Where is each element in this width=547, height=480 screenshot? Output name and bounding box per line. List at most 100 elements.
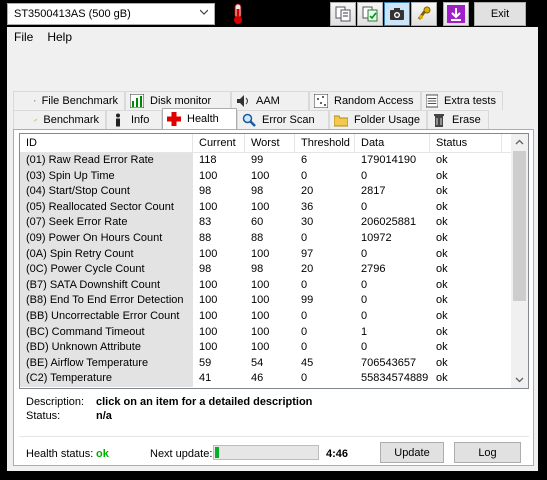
disk-monitor-icon	[130, 94, 144, 108]
column-header-current[interactable]: Current	[193, 134, 245, 152]
cell-threshold: 0	[301, 169, 308, 182]
update-countdown: 4:46	[326, 448, 349, 460]
cell-status: ok	[436, 372, 448, 385]
tab-aam[interactable]: AAM	[231, 91, 309, 110]
cell-data: 0	[361, 247, 368, 260]
column-header-id[interactable]: ID	[20, 134, 193, 152]
scrollbar-thumb[interactable]	[513, 151, 526, 301]
cell-status: ok	[436, 294, 448, 307]
save-button[interactable]	[443, 2, 469, 26]
cell-threshold: 30	[301, 216, 314, 229]
info-icon	[116, 113, 120, 127]
screenshot-button[interactable]	[384, 2, 410, 26]
cell-worst: 100	[251, 200, 270, 213]
cell-current: 100	[199, 341, 218, 354]
table-row[interactable]: (B8) End To End Error Detection 100 100 99 0…	[20, 293, 528, 309]
cell-current: 100	[199, 247, 218, 260]
tab-benchmark[interactable]: Benchmark	[13, 110, 106, 129]
vertical-scrollbar[interactable]	[511, 134, 528, 388]
cell-id: (09) Power On Hours Count	[20, 230, 193, 247]
tab-error-scan[interactable]: Error Scan	[237, 110, 329, 129]
cell-data: 1	[361, 325, 368, 338]
column-header-worst[interactable]: Worst	[245, 134, 295, 152]
cell-threshold: 36	[301, 200, 314, 213]
exit-button-label: Exit	[490, 8, 510, 20]
log-button[interactable]: Log	[454, 442, 521, 463]
cell-worst: 100	[251, 325, 270, 338]
table-row[interactable]: (0C) Power Cycle Count 98 98 20 2796 ok	[20, 262, 528, 278]
cell-data: 0	[361, 294, 368, 307]
drive-select[interactable]: ST3500413AS (500 gB)	[7, 3, 215, 25]
cell-worst: 100	[251, 169, 270, 182]
table-row[interactable]: (03) Spin Up Time 100 100 0 0 ok	[20, 168, 528, 185]
table-row[interactable]: (B7) SATA Downshift Count 100 100 0 0 ok	[20, 277, 528, 294]
table-row[interactable]: (BD) Unknown Attribute 100 100 0 0 ok	[20, 340, 528, 356]
cell-threshold: 20	[301, 263, 314, 276]
cell-status: ok	[436, 325, 448, 338]
column-header-threshold[interactable]: Threshold	[295, 134, 355, 152]
cell-id: (BB) Uncorrectable Error Count	[20, 308, 193, 325]
table-row[interactable]: (BC) Command Timeout 100 100 0 1 ok	[20, 324, 528, 341]
column-header-status[interactable]: Status	[430, 134, 502, 152]
table-row[interactable]: (04) Start/Stop Count 98 98 20 2817 ok	[20, 184, 528, 200]
update-button[interactable]: Update	[380, 442, 444, 463]
column-header-data[interactable]: Data	[355, 134, 430, 152]
tab-label: Error Scan	[262, 114, 315, 126]
table-row[interactable]: (01) Raw Read Error Rate 118 99 6 179014190 o…	[20, 153, 528, 169]
cell-threshold: 20	[301, 185, 314, 198]
folder-icon	[334, 115, 348, 127]
cell-worst: 100	[251, 341, 270, 354]
tab-health[interactable]: Health	[162, 108, 237, 129]
table-row[interactable]: (09) Power On Hours Count 88 88 0 10972 ok	[20, 230, 528, 247]
table-row[interactable]: (C2) Temperature 41 46 0 55834574889 ok	[20, 371, 528, 387]
cell-threshold: 0	[301, 341, 308, 354]
tab-info[interactable]: Info	[106, 110, 162, 129]
cell-worst: 98	[251, 185, 264, 198]
tab-label: Erase	[452, 114, 481, 126]
cell-id: (BE) Airflow Temperature	[20, 355, 193, 372]
tabs-row-top: File Benchmark Disk monitor AAM Random A…	[13, 91, 503, 110]
cell-status: ok	[436, 231, 448, 244]
copy-text-button[interactable]	[330, 2, 356, 26]
update-button-label: Update	[394, 446, 430, 459]
copy-info-button[interactable]	[357, 2, 383, 26]
cell-id: (05) Reallocated Sector Count	[20, 199, 193, 216]
description-value: click on an item for a detailed descript…	[96, 396, 313, 408]
cell-status: ok	[436, 309, 448, 322]
table-row[interactable]: (BE) Airflow Temperature 59 54 45 706543657 o…	[20, 355, 528, 372]
cell-id: (03) Spin Up Time	[20, 168, 193, 185]
cell-threshold: 0	[301, 231, 308, 244]
menu-file[interactable]: File	[7, 30, 40, 44]
cell-data: 206025881	[361, 216, 417, 229]
drive-select-value: ST3500413AS (500 gB)	[14, 8, 131, 20]
table-row[interactable]: (0A) Spin Retry Count 100 100 97 0 ok	[20, 246, 528, 263]
extra-tests-icon	[426, 94, 439, 108]
cell-id: (04) Start/Stop Count	[20, 184, 193, 200]
tab-extra-tests[interactable]: Extra tests	[421, 91, 503, 110]
tab-random-access[interactable]: Random Access	[309, 91, 421, 110]
cell-data: 706543657	[361, 356, 417, 369]
tab-file-benchmark[interactable]: File Benchmark	[13, 91, 125, 110]
scroll-down-icon[interactable]	[515, 375, 524, 384]
tab-folder-usage[interactable]: Folder Usage	[329, 110, 427, 129]
status-label: Status:	[26, 410, 61, 422]
smart-table[interactable]: ID Current Worst Threshold Data Status (…	[19, 133, 529, 389]
exit-button[interactable]: Exit	[474, 2, 526, 26]
table-header: ID Current Worst Threshold Data Status	[20, 134, 528, 153]
options-button[interactable]	[411, 2, 437, 26]
cell-worst: 100	[251, 294, 270, 307]
scroll-up-icon[interactable]	[515, 138, 524, 147]
table-row[interactable]: (05) Reallocated Sector Count 100 100 36 0 ok	[20, 199, 528, 216]
progress-fill	[215, 447, 220, 458]
table-row[interactable]: (07) Seek Error Rate 83 60 30 206025881 ok	[20, 215, 528, 231]
cell-current: 59	[199, 356, 212, 369]
cell-id: (B8) End To End Error Detection	[20, 293, 193, 309]
chevron-down-icon	[200, 9, 208, 15]
menu-help[interactable]: Help	[40, 30, 79, 44]
table-row[interactable]: (BB) Uncorrectable Error Count 100 100 0 0 ok	[20, 308, 528, 325]
tab-label: Info	[131, 114, 150, 126]
cell-worst: 46	[251, 372, 264, 385]
tab-erase[interactable]: Erase	[427, 110, 489, 129]
cell-data: 0	[361, 278, 368, 291]
cell-status: ok	[436, 263, 448, 276]
